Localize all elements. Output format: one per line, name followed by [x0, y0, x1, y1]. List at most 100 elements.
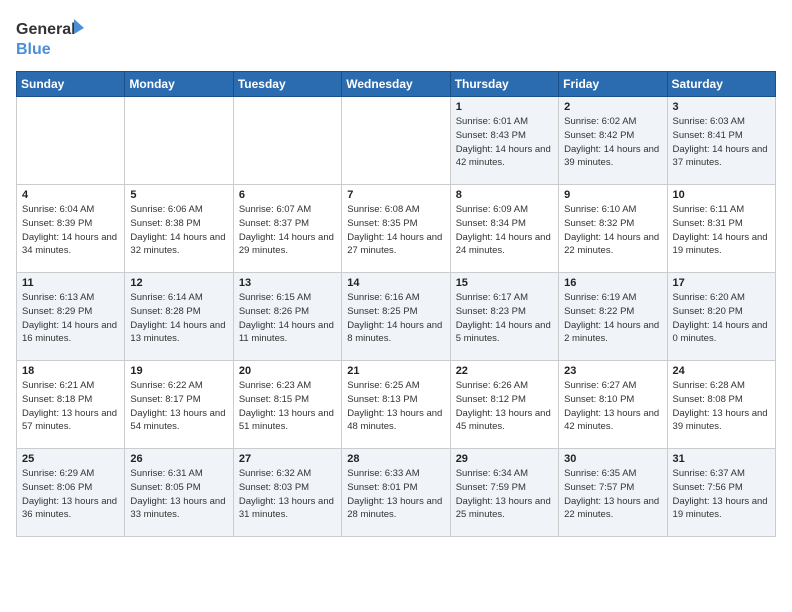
day-info: Sunrise: 6:32 AM Sunset: 8:03 PM Dayligh…: [239, 467, 336, 522]
day-number: 28: [347, 453, 444, 465]
day-info: Sunrise: 6:07 AM Sunset: 8:37 PM Dayligh…: [239, 203, 336, 258]
day-number: 24: [673, 365, 770, 377]
day-info: Sunrise: 6:08 AM Sunset: 8:35 PM Dayligh…: [347, 203, 444, 258]
calendar-cell: 21 Sunrise: 6:25 AM Sunset: 8:13 PM Dayli…: [342, 361, 450, 449]
day-number: 17: [673, 277, 770, 289]
day-number: 27: [239, 453, 336, 465]
day-number: 14: [347, 277, 444, 289]
svg-text:General: General: [16, 21, 76, 38]
day-info: Sunrise: 6:13 AM Sunset: 8:29 PM Dayligh…: [22, 291, 119, 346]
day-number: 2: [564, 101, 661, 113]
calendar-week-3: 18 Sunrise: 6:21 AM Sunset: 8:18 PM Dayli…: [17, 361, 776, 449]
header-friday: Friday: [559, 72, 667, 97]
calendar-cell: 3 Sunrise: 6:03 AM Sunset: 8:41 PM Daylig…: [667, 97, 775, 185]
calendar-table: SundayMondayTuesdayWednesdayThursdayFrid…: [16, 71, 776, 537]
calendar-cell: 24Sunrise: 6:28 AM Sunset: 8:08 PM Dayli…: [667, 361, 775, 449]
calendar-cell: 16 Sunrise: 6:19 AM Sunset: 8:22 PM Dayli…: [559, 273, 667, 361]
day-info: Sunrise: 6:22 AM Sunset: 8:17 PM Dayligh…: [130, 379, 227, 434]
day-info: Sunrise: 6:37 AM Sunset: 7:56 PM Dayligh…: [673, 467, 770, 522]
day-number: 10: [673, 189, 770, 201]
day-number: 23: [564, 365, 661, 377]
day-number: 19: [130, 365, 227, 377]
day-number: 9: [564, 189, 661, 201]
calendar-cell: 27 Sunrise: 6:32 AM Sunset: 8:03 PM Dayli…: [233, 449, 341, 537]
calendar-cell: [233, 97, 341, 185]
day-info: Sunrise: 6:20 AM Sunset: 8:20 PM Dayligh…: [673, 291, 770, 346]
header-tuesday: Tuesday: [233, 72, 341, 97]
logo-icon: General Blue: [16, 16, 86, 61]
calendar-cell: 12 Sunrise: 6:14 AM Sunset: 8:28 PM Dayli…: [125, 273, 233, 361]
day-info: Sunrise: 6:33 AM Sunset: 8:01 PM Dayligh…: [347, 467, 444, 522]
calendar-cell: 18 Sunrise: 6:21 AM Sunset: 8:18 PM Dayli…: [17, 361, 125, 449]
day-info: Sunrise: 6:14 AM Sunset: 8:28 PM Dayligh…: [130, 291, 227, 346]
day-number: 6: [239, 189, 336, 201]
day-number: 16: [564, 277, 661, 289]
header-wednesday: Wednesday: [342, 72, 450, 97]
day-info: Sunrise: 6:02 AM Sunset: 8:42 PM Dayligh…: [564, 115, 661, 170]
day-number: 18: [22, 365, 119, 377]
calendar-cell: 2 Sunrise: 6:02 AM Sunset: 8:42 PM Daylig…: [559, 97, 667, 185]
calendar-body: 1 Sunrise: 6:01 AM Sunset: 8:43 PM Daylig…: [17, 97, 776, 537]
calendar-cell: 20 Sunrise: 6:23 AM Sunset: 8:15 PM Dayli…: [233, 361, 341, 449]
day-info: Sunrise: 6:03 AM Sunset: 8:41 PM Dayligh…: [673, 115, 770, 170]
day-number: 25: [22, 453, 119, 465]
logo: General Blue: [16, 16, 86, 61]
header-monday: Monday: [125, 72, 233, 97]
header-sunday: Sunday: [17, 72, 125, 97]
calendar-cell: 11 Sunrise: 6:13 AM Sunset: 8:29 PM Dayli…: [17, 273, 125, 361]
calendar-week-0: 1 Sunrise: 6:01 AM Sunset: 8:43 PM Daylig…: [17, 97, 776, 185]
day-info: Sunrise: 6:04 AM Sunset: 8:39 PM Dayligh…: [22, 203, 119, 258]
day-number: 11: [22, 277, 119, 289]
calendar-cell: 10Sunrise: 6:11 AM Sunset: 8:31 PM Dayli…: [667, 185, 775, 273]
day-number: 4: [22, 189, 119, 201]
day-number: 20: [239, 365, 336, 377]
header-thursday: Thursday: [450, 72, 558, 97]
day-info: Sunrise: 6:27 AM Sunset: 8:10 PM Dayligh…: [564, 379, 661, 434]
calendar-header: SundayMondayTuesdayWednesdayThursdayFrid…: [17, 72, 776, 97]
day-number: 21: [347, 365, 444, 377]
day-info: Sunrise: 6:25 AM Sunset: 8:13 PM Dayligh…: [347, 379, 444, 434]
day-number: 13: [239, 277, 336, 289]
day-number: 26: [130, 453, 227, 465]
calendar-cell: [125, 97, 233, 185]
calendar-cell: 26Sunrise: 6:31 AM Sunset: 8:05 PM Dayli…: [125, 449, 233, 537]
calendar-week-2: 11 Sunrise: 6:13 AM Sunset: 8:29 PM Dayli…: [17, 273, 776, 361]
day-number: 3: [673, 101, 770, 113]
calendar-cell: 19 Sunrise: 6:22 AM Sunset: 8:17 PM Dayli…: [125, 361, 233, 449]
day-number: 8: [456, 189, 553, 201]
header-row: SundayMondayTuesdayWednesdayThursdayFrid…: [17, 72, 776, 97]
calendar-cell: 22 Sunrise: 6:26 AM Sunset: 8:12 PM Dayli…: [450, 361, 558, 449]
day-number: 5: [130, 189, 227, 201]
day-number: 1: [456, 101, 553, 113]
day-info: Sunrise: 6:29 AM Sunset: 8:06 PM Dayligh…: [22, 467, 119, 522]
header-saturday: Saturday: [667, 72, 775, 97]
calendar-cell: 29 Sunrise: 6:34 AM Sunset: 7:59 PM Dayli…: [450, 449, 558, 537]
day-info: Sunrise: 6:34 AM Sunset: 7:59 PM Dayligh…: [456, 467, 553, 522]
calendar-cell: 9 Sunrise: 6:10 AM Sunset: 8:32 PM Daylig…: [559, 185, 667, 273]
day-info: Sunrise: 6:19 AM Sunset: 8:22 PM Dayligh…: [564, 291, 661, 346]
calendar-cell: 6 Sunrise: 6:07 AM Sunset: 8:37 PM Daylig…: [233, 185, 341, 273]
day-number: 7: [347, 189, 444, 201]
calendar-cell: 23 Sunrise: 6:27 AM Sunset: 8:10 PM Dayli…: [559, 361, 667, 449]
calendar-cell: 30Sunrise: 6:35 AM Sunset: 7:57 PM Dayli…: [559, 449, 667, 537]
calendar-cell: 7 Sunrise: 6:08 AM Sunset: 8:35 PM Daylig…: [342, 185, 450, 273]
calendar-cell: 1 Sunrise: 6:01 AM Sunset: 8:43 PM Daylig…: [450, 97, 558, 185]
calendar-cell: [342, 97, 450, 185]
day-info: Sunrise: 6:21 AM Sunset: 8:18 PM Dayligh…: [22, 379, 119, 434]
calendar-cell: 8Sunrise: 6:09 AM Sunset: 8:34 PM Daylig…: [450, 185, 558, 273]
calendar-cell: 31 Sunrise: 6:37 AM Sunset: 7:56 PM Dayli…: [667, 449, 775, 537]
day-number: 29: [456, 453, 553, 465]
day-info: Sunrise: 6:01 AM Sunset: 8:43 PM Dayligh…: [456, 115, 553, 170]
calendar-cell: 15Sunrise: 6:17 AM Sunset: 8:23 PM Dayli…: [450, 273, 558, 361]
calendar-cell: 28 Sunrise: 6:33 AM Sunset: 8:01 PM Dayli…: [342, 449, 450, 537]
day-info: Sunrise: 6:26 AM Sunset: 8:12 PM Dayligh…: [456, 379, 553, 434]
day-number: 22: [456, 365, 553, 377]
day-number: 12: [130, 277, 227, 289]
calendar-cell: 4 Sunrise: 6:04 AM Sunset: 8:39 PM Daylig…: [17, 185, 125, 273]
page-header: General Blue: [16, 16, 776, 61]
svg-text:Blue: Blue: [16, 41, 51, 58]
calendar-cell: 14Sunrise: 6:16 AM Sunset: 8:25 PM Dayli…: [342, 273, 450, 361]
day-number: 31: [673, 453, 770, 465]
day-info: Sunrise: 6:10 AM Sunset: 8:32 PM Dayligh…: [564, 203, 661, 258]
day-info: Sunrise: 6:23 AM Sunset: 8:15 PM Dayligh…: [239, 379, 336, 434]
